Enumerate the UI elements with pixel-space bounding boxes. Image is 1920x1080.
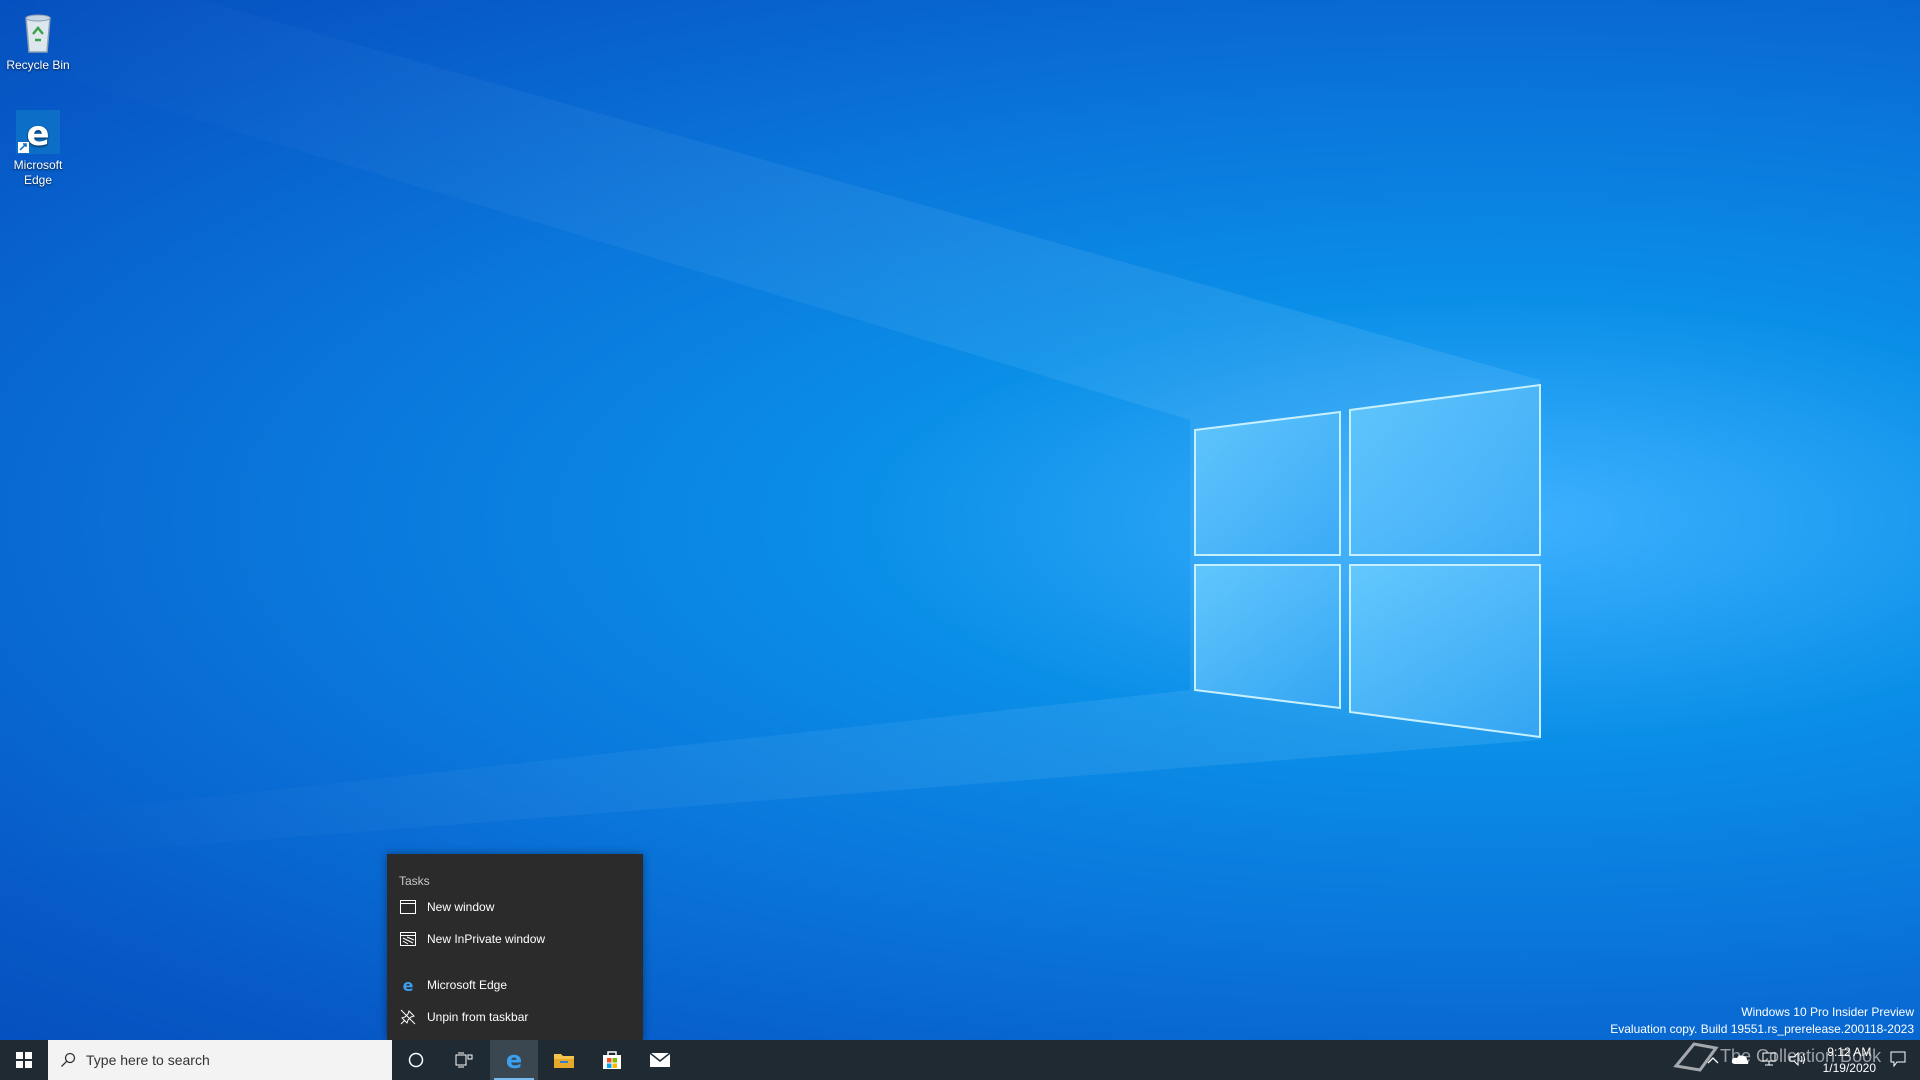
- jump-list-item-label: New window: [427, 900, 495, 914]
- mail-icon: [649, 1052, 671, 1067]
- taskbar-app-store[interactable]: [588, 1040, 636, 1080]
- taskbar-app-edge[interactable]: e: [490, 1040, 538, 1080]
- clock[interactable]: 9:12 AM 1/19/2020: [1823, 1044, 1876, 1076]
- jump-list-item-new-window[interactable]: New window: [387, 892, 643, 922]
- windows-logo-icon: [16, 1052, 32, 1068]
- task-view-icon: [455, 1052, 473, 1068]
- evaluation-watermark: Windows 10 Pro Insider Preview Evaluatio…: [1610, 1004, 1914, 1038]
- edge-icon: e: [506, 1049, 522, 1071]
- taskbar-app-mail[interactable]: [636, 1040, 684, 1080]
- jump-list-item-label: New InPrivate window: [427, 932, 546, 946]
- clock-time: 9:12 AM: [1827, 1045, 1872, 1059]
- task-view-button[interactable]: [444, 1040, 484, 1080]
- windows-wallpaper: [0, 0, 1541, 860]
- window-icon: [399, 898, 417, 916]
- taskbar: Type here to search e: [0, 1040, 1920, 1080]
- cortana-button[interactable]: [396, 1040, 436, 1080]
- start-button[interactable]: [0, 1040, 48, 1080]
- desktop-icon-label: Microsoft Edge: [13, 158, 63, 187]
- inprivate-icon: [399, 930, 417, 948]
- search-placeholder: Type here to search: [86, 1052, 210, 1068]
- watermark-line-1: Windows 10 Pro Insider Preview: [1741, 1005, 1914, 1019]
- search-input[interactable]: Type here to search: [48, 1040, 392, 1080]
- edge-icon: e: [16, 110, 60, 154]
- volume-icon[interactable]: [1789, 1051, 1807, 1069]
- svg-text:e: e: [26, 114, 49, 154]
- network-icon[interactable]: [1761, 1052, 1777, 1069]
- jump-list-item-microsoft-edge[interactable]: e Microsoft Edge: [387, 970, 643, 1000]
- store-icon: [603, 1051, 621, 1069]
- svg-text:e: e: [506, 1049, 522, 1071]
- chevron-up-icon[interactable]: [1707, 1053, 1719, 1067]
- desktop-background: Recycle Bin e Microsoft Edge: [0, 0, 1920, 1040]
- jump-list-item-new-inprivate-window[interactable]: New InPrivate window: [387, 924, 643, 954]
- desktop-icon-label: Recycle Bin: [6, 58, 70, 72]
- clock-date: 1/19/2020: [1822, 1061, 1876, 1075]
- desktop-icon-recycle-bin[interactable]: Recycle Bin: [0, 8, 76, 73]
- file-explorer-icon: [554, 1054, 574, 1068]
- unpin-icon: [399, 1008, 417, 1026]
- edge-jump-list: Tasks New window New InPrivate window e …: [387, 854, 643, 1040]
- action-center-icon[interactable]: [1890, 1051, 1906, 1070]
- taskbar-app-file-explorer[interactable]: [540, 1040, 588, 1080]
- system-tray: 9:12 AM 1/19/2020: [1701, 1040, 1920, 1080]
- search-icon: [61, 1052, 76, 1067]
- edge-icon: e: [399, 976, 417, 994]
- cortana-icon: [408, 1052, 424, 1068]
- desktop-icon-microsoft-edge[interactable]: e Microsoft Edge: [0, 108, 76, 188]
- onedrive-icon[interactable]: [1731, 1053, 1749, 1068]
- jump-list-item-label: Unpin from taskbar: [427, 1010, 529, 1024]
- jump-list-item-label: Microsoft Edge: [427, 978, 508, 992]
- jump-list-section-title: Tasks: [399, 874, 430, 888]
- svg-text:e: e: [403, 977, 414, 993]
- jump-list-item-unpin-from-taskbar[interactable]: Unpin from taskbar: [387, 1002, 643, 1032]
- recycle-bin-icon: [25, 14, 51, 53]
